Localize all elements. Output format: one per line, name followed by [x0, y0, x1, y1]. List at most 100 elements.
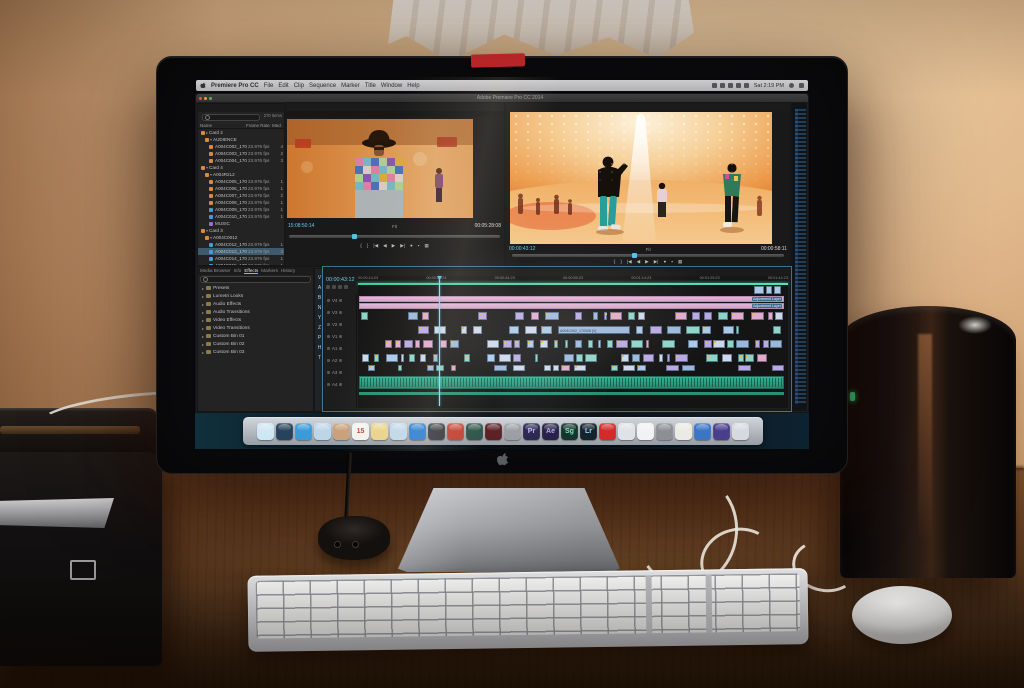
- apple-menu-icon[interactable]: [200, 82, 206, 89]
- program-fit-select[interactable]: Fit: [646, 247, 651, 252]
- timeline-clip[interactable]: [610, 312, 622, 320]
- tool-button[interactable]: Y: [318, 315, 321, 321]
- timeline-clip[interactable]: [585, 354, 597, 362]
- transport-button[interactable]: ▶: [392, 243, 396, 249]
- tool-button[interactable]: V: [318, 275, 321, 281]
- spotlight-icon[interactable]: [789, 83, 794, 88]
- dock-icon[interactable]: [694, 423, 711, 440]
- timeline-clip[interactable]: [362, 354, 369, 362]
- timeline-clip[interactable]: [436, 365, 444, 371]
- timeline-clip[interactable]: [646, 340, 650, 348]
- timeline-clip[interactable]: [525, 326, 538, 334]
- effects-tree-item[interactable]: ▸ Audio Transitions: [198, 308, 313, 316]
- timeline-clip[interactable]: [770, 340, 782, 348]
- playhead[interactable]: [439, 276, 440, 406]
- status-icon[interactable]: [744, 83, 749, 88]
- timeline-clip[interactable]: [745, 354, 754, 362]
- track-header[interactable]: V3: [324, 306, 356, 318]
- track-header[interactable]: V4: [324, 294, 356, 306]
- project-row[interactable]: ▾ AUDIENCE: [198, 136, 284, 143]
- timeline-clip[interactable]: [628, 312, 635, 320]
- timeline-clip[interactable]: [667, 354, 671, 362]
- timeline-clip-labeled[interactable]: A004C002_170326 [V]: [558, 326, 630, 334]
- timeline-clip[interactable]: [440, 340, 447, 348]
- timeline-clip[interactable]: [713, 340, 725, 348]
- menu-item[interactable]: Marker: [341, 83, 360, 89]
- timeline-clip[interactable]: [422, 312, 429, 320]
- transport-button[interactable]: |◀: [373, 243, 378, 249]
- project-row[interactable]: A004C013_170326 23.976 fps 3: [198, 248, 284, 255]
- dock-icon[interactable]: [732, 423, 749, 440]
- timeline-clip[interactable]: [688, 340, 699, 348]
- timeline-clip[interactable]: [531, 312, 539, 320]
- timeline-clip[interactable]: [553, 365, 560, 371]
- track-header[interactable]: V1: [324, 330, 356, 342]
- effects-tree-item[interactable]: ▸ Custom Bin 03: [198, 348, 313, 356]
- timeline-clip[interactable]: [487, 340, 499, 348]
- transport-button[interactable]: ▪: [418, 243, 420, 249]
- menu-item[interactable]: Help: [407, 83, 419, 89]
- timeline-clip[interactable]: [540, 340, 548, 348]
- audio-clip-thin[interactable]: [359, 392, 784, 395]
- timeline-clip[interactable]: [575, 312, 582, 320]
- effects-tree-item[interactable]: ▸ Video Transitions: [198, 324, 313, 332]
- tool-button[interactable]: T: [318, 355, 321, 361]
- timeline-clip[interactable]: [667, 326, 681, 334]
- status-icon[interactable]: [712, 83, 717, 88]
- source-scrubber[interactable]: [289, 235, 500, 238]
- timeline-clip[interactable]: [418, 326, 429, 334]
- timeline-clip[interactable]: [541, 326, 552, 334]
- timeline-clip[interactable]: [420, 354, 426, 362]
- timeline-clip[interactable]: [631, 340, 643, 348]
- timeline-clip[interactable]: [564, 354, 574, 362]
- timeline-clip[interactable]: [766, 286, 772, 294]
- dock-icon[interactable]: [276, 423, 293, 440]
- timeline-clip[interactable]: [415, 340, 421, 348]
- transport-button[interactable]: ▶: [645, 259, 649, 265]
- tool-button[interactable]: P: [318, 335, 321, 341]
- dock-icon[interactable]: [428, 423, 445, 440]
- timeline-clip[interactable]: [772, 365, 784, 371]
- timeline-clip[interactable]: [731, 312, 744, 320]
- effects-tree-item[interactable]: ▸ Presets: [198, 284, 313, 292]
- menu-item[interactable]: Window: [381, 83, 402, 89]
- timeline-clip[interactable]: [574, 365, 586, 371]
- transport-button[interactable]: ▦: [424, 243, 428, 249]
- timeline-clip[interactable]: [503, 340, 512, 348]
- dock-icon[interactable]: Sg: [561, 423, 578, 440]
- timeline-clip[interactable]: [723, 326, 734, 334]
- menu-item[interactable]: Edit: [278, 83, 288, 89]
- timeline-clip[interactable]: [499, 354, 511, 362]
- transport-button[interactable]: ●: [410, 243, 413, 249]
- timeline-clip[interactable]: [662, 340, 675, 348]
- transport-button[interactable]: ▪: [671, 259, 673, 265]
- status-icon[interactable]: [728, 83, 733, 88]
- timeline-clip[interactable]: [621, 354, 630, 362]
- effects-tree-item[interactable]: ▸ Custom Bin 01: [198, 332, 313, 340]
- timeline-clip[interactable]: [775, 312, 783, 320]
- program-scrubber[interactable]: [512, 254, 784, 257]
- timeline-clip[interactable]: [509, 326, 519, 334]
- close-button[interactable]: [199, 97, 202, 100]
- effects-panel-tab[interactable]: Markers: [261, 268, 278, 274]
- transport-button[interactable]: ◀: [637, 259, 641, 265]
- timeline-clip[interactable]: [751, 312, 764, 320]
- project-row[interactable]: A004C002_170326 23.976 fps 4: [198, 143, 284, 150]
- dock-icon[interactable]: [257, 423, 274, 440]
- dock-icon[interactable]: [485, 423, 502, 440]
- timeline-clip[interactable]: [763, 340, 769, 348]
- timeline-clip[interactable]: [361, 312, 368, 320]
- dock-icon[interactable]: [295, 423, 312, 440]
- timeline-clip[interactable]: [692, 312, 700, 320]
- menu-item[interactable]: Title: [365, 83, 376, 89]
- timeline-clip[interactable]: [368, 365, 375, 371]
- effects-panel-tab[interactable]: Info: [234, 268, 242, 274]
- timeline-clip[interactable]: [487, 354, 494, 362]
- timeline-clip[interactable]: [464, 354, 469, 362]
- dock-icon[interactable]: [637, 423, 654, 440]
- timeline-timecode[interactable]: 00:00:43:12: [326, 277, 354, 283]
- notification-center-icon[interactable]: [799, 83, 804, 88]
- timeline-clip[interactable]: [423, 340, 434, 348]
- timeline-clip[interactable]: [702, 326, 712, 334]
- timeline-clip[interactable]: [675, 312, 688, 320]
